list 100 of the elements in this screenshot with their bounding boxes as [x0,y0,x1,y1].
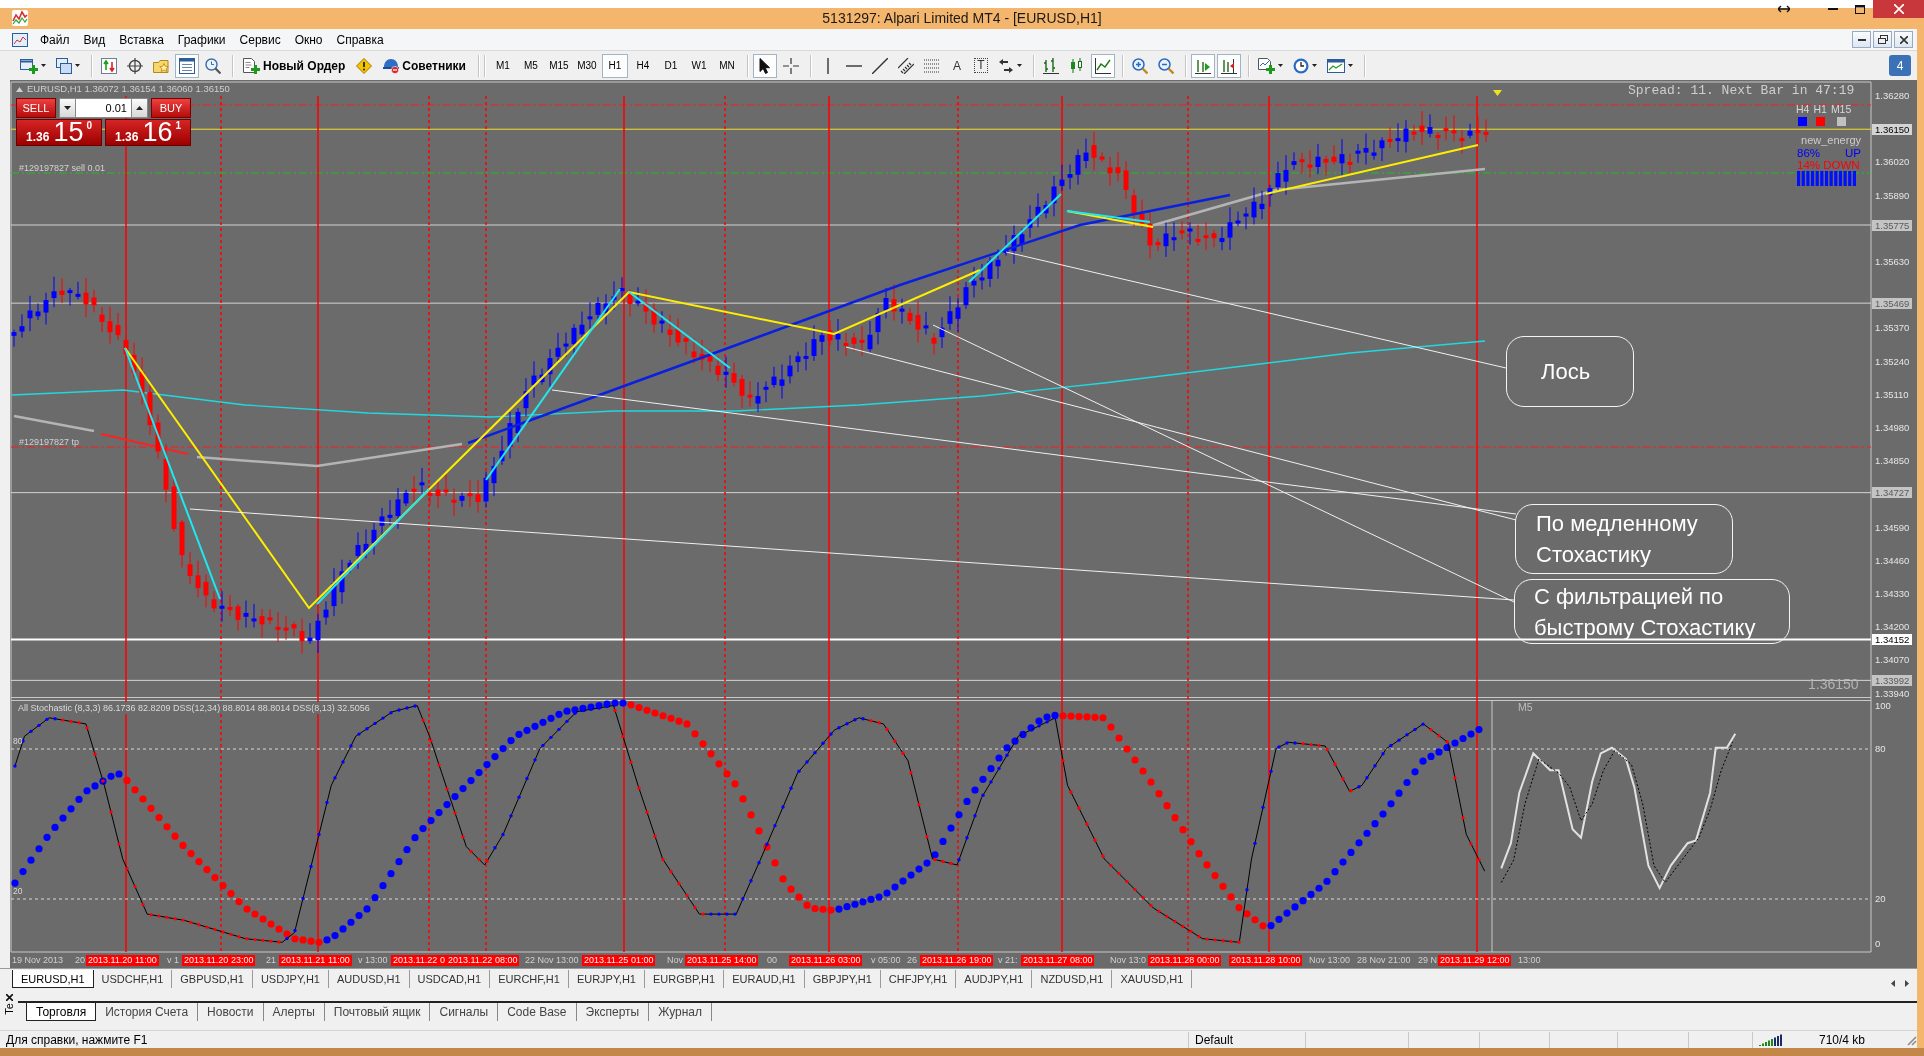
timeframe-button[interactable]: M1 [489,53,516,78]
chart-logo-icon [12,10,28,26]
signal-bars-icon [1759,1033,1783,1046]
price-label: 1.34070 [1875,654,1910,667]
price-marker: 1.35775 [1872,219,1913,231]
terminal-tab[interactable]: Почтовый ящик [324,1003,431,1021]
symbol-tab[interactable]: GBPUSD,H1 [172,970,253,988]
terminal-tab[interactable]: Эксперты [576,1003,650,1021]
menu-item[interactable]: Графики [170,30,233,49]
symbol-tab[interactable]: NZDUSD,H1 [1032,970,1113,988]
time-label: v 1 [167,955,179,966]
vertical-line-icon [825,57,830,74]
lot-field[interactable]: 0.01 [76,98,131,118]
hat-icon [383,57,400,74]
chart-shift-button[interactable] [1216,53,1241,78]
menu-item[interactable]: Файл [33,30,77,49]
timeframe-button[interactable]: D1 [657,53,684,78]
symbol-tab[interactable]: EURGBP,H1 [645,970,725,988]
terminal-tab[interactable]: История Счета [96,1003,199,1021]
cursor-button[interactable] [752,53,777,78]
menu-item[interactable]: Сервис [232,30,288,49]
time-marker: 2013.11.25 01:00 [582,955,656,966]
experts-button[interactable]: Советники [378,53,471,78]
symbol-tab[interactable]: AUDUSD,H1 [329,970,410,988]
symbol-tab[interactable]: USDJPY,H1 [252,970,329,988]
timeframe-button[interactable]: M15 [545,53,572,78]
time-label: 22 Nov 13:00 [525,955,579,966]
terminal-tab[interactable]: Сигналы [430,1003,499,1021]
terminal-tab[interactable]: Торговля [26,1003,97,1021]
last-price: 1.36150 [1808,676,1859,692]
menu-item[interactable]: Вид [76,30,113,49]
buy-button[interactable]: BUY [151,98,191,118]
messages-button[interactable]: 4 [1889,55,1911,76]
menu-item[interactable]: Окно [287,30,330,49]
symbol-tab[interactable]: EURAUD,H1 [724,970,805,988]
scale-label: 80 [1875,743,1886,755]
time-marker: 2013.11.22 08:00 [446,955,520,966]
close-button[interactable] [1873,0,1924,18]
symbol-tab[interactable]: CHFJPY,H1 [880,970,957,988]
lot-up-button[interactable] [131,98,148,118]
text-tool-button[interactable]: A [945,53,968,78]
menu-item[interactable]: Вставка [112,30,171,49]
triangle-left-icon [1891,980,1895,987]
symbol-tab[interactable]: GBPJPY,H1 [804,970,881,988]
time-marker: 2013.11.26 19:00 [920,955,994,966]
caret-icon [75,64,80,67]
indicator-header: All Stochastic (8,3,3) 86.1736 82.8209 DSS(12,34) 88.8014 88.8014 DSS(8,13) 32.5056 [18,702,372,714]
list-window-icon [179,57,195,74]
timeframe-button[interactable]: H4 [629,53,656,78]
warning-diamond-icon [356,57,373,74]
price-label: 1.35370 [1875,322,1910,335]
terminal-tab[interactable]: Новости [198,1003,264,1021]
symbol-tab[interactable]: EURUSD,H1 [12,970,94,988]
menu-item[interactable]: Справка [329,30,391,49]
child-minimize-button[interactable] [1852,31,1871,48]
time-label: 13:00 [1518,955,1541,966]
symbol-tab[interactable]: EURCHF,H1 [490,970,569,988]
window-title: 5131297: Alpari Limited MT4 - [EURUSD,H1] [822,9,1102,28]
time-marker: 2013.11.28 00:00 [1148,955,1222,966]
magnifier-icon [205,57,221,74]
timeframe-button[interactable]: M5 [517,53,544,78]
symbol-tab[interactable]: EURJPY,H1 [568,970,645,988]
timeframe-button[interactable]: M30 [573,53,600,78]
close-icon [1893,4,1904,14]
time-marker: 2013.11.27 08:00 [1021,955,1095,966]
child-close-button[interactable] [1894,31,1913,48]
timeframe-button[interactable]: MN [713,53,740,78]
chart-header: EURUSD,H1 1.36072 1.36154 1.36060 1.36150 [27,83,230,95]
order-label: #129197827 tp [19,437,80,448]
symbol-tab[interactable]: XAUUSD,H1 [1112,970,1193,988]
terminal-tab[interactable]: Алерты [263,1003,325,1021]
time-marker: 2013.11.21 11:00 [279,955,352,966]
double-arrow-icon [1777,5,1790,13]
timeframe-label: M15 [1830,103,1852,115]
lot-down-button[interactable] [59,98,76,118]
symbol-tab[interactable]: USDCHF,H1 [93,970,173,988]
help-text: Для справки, нажмите F1 [6,1032,148,1047]
symbol-tab[interactable]: USDCAD,H1 [409,970,491,988]
price-label: 1.34980 [1875,422,1910,435]
timeframe-button[interactable]: H1 [601,53,628,78]
terminal-button[interactable] [175,53,199,78]
text-tool-button[interactable]: T [969,53,992,78]
line-chart-button[interactable] [1090,53,1115,78]
child-restore-button[interactable] [1873,31,1892,48]
terminal-tab[interactable]: Журнал [649,1003,713,1021]
autoscroll-button[interactable] [1190,53,1215,78]
sell-button[interactable]: SELL [16,98,56,118]
triangle-up-icon [16,86,23,92]
time-marker: 2013.11.28 10:00 [1229,955,1303,966]
symbol-tab[interactable]: AUDJPY,H1 [956,970,1033,988]
terminal-tab[interactable]: Code Base [498,1003,577,1021]
horizontal-line-icon [845,63,862,68]
timeframe-button[interactable]: W1 [685,53,712,78]
new-order-button[interactable]: Новый Ордер [238,53,351,78]
cursor-icon [758,57,771,74]
panel-close-button[interactable] [5,994,13,1001]
traffic-text: 710/4 kb [1819,1032,1866,1047]
windows-icon [56,57,72,74]
time-label: 20 [75,955,85,966]
scale-label: 20 [1875,893,1886,905]
